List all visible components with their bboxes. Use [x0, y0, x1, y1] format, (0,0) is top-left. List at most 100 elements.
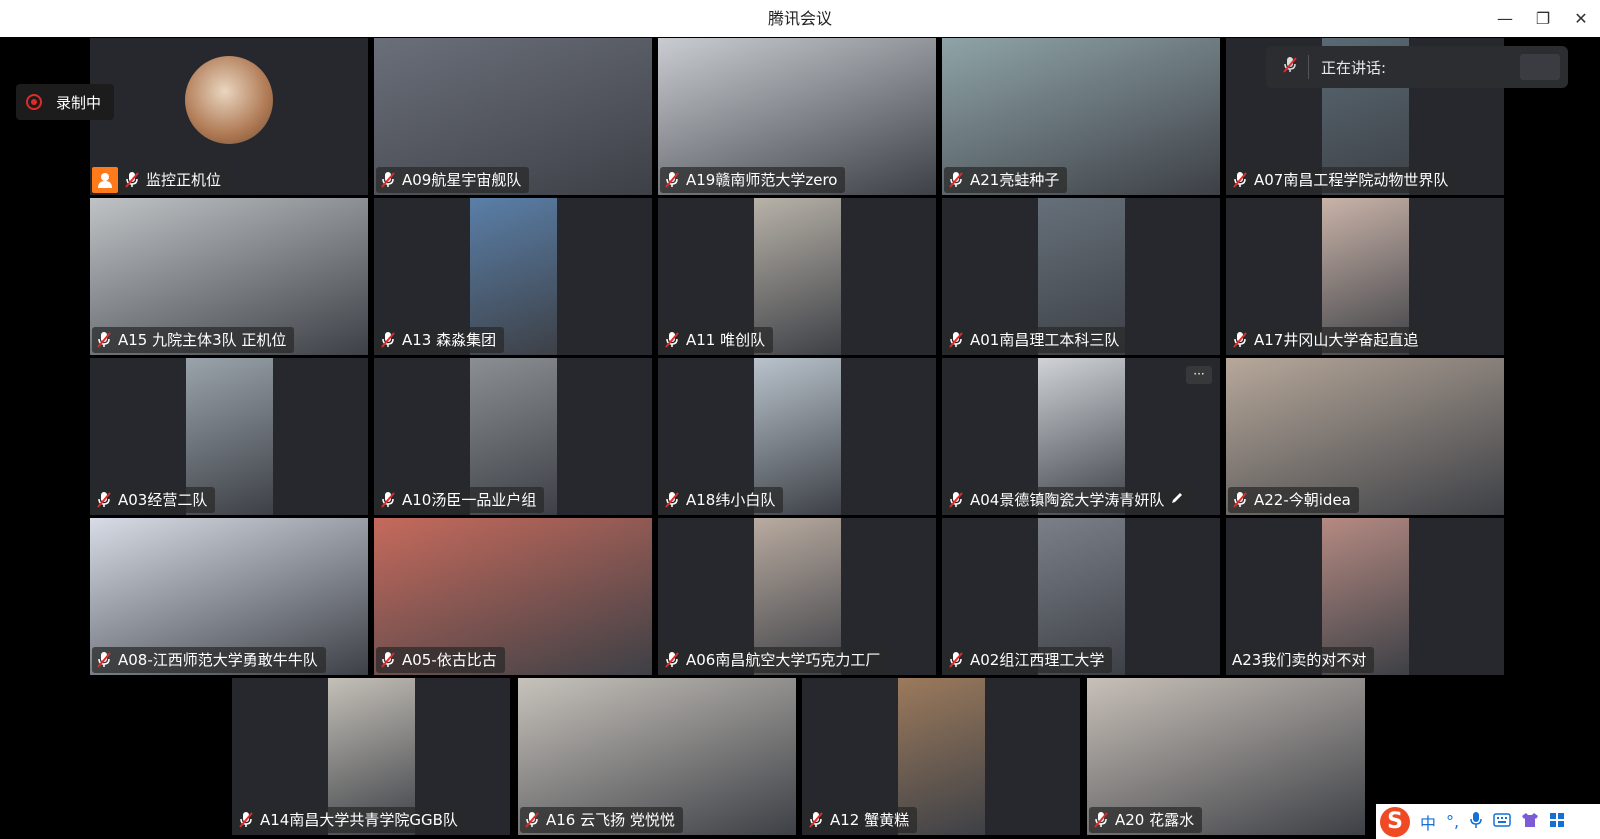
participant-name: A02组江西理工大学	[970, 651, 1105, 669]
participant-name: A09航星宇宙舰队	[402, 171, 522, 189]
participant-name-label: A11 唯创队	[660, 327, 774, 353]
video-grid: 监控正机位 A09航星宇宙舰队 A19赣南师范大学zero A21亮蛙种子 A07南昌工…	[0, 38, 1600, 839]
participant-name-label: A19赣南师范大学zero	[660, 167, 846, 193]
participant-tile[interactable]: A15 九院主体3队 正机位	[90, 198, 368, 355]
participant-name-label: A17井冈山大学奋起直追	[1228, 327, 1427, 353]
participant-tile[interactable]: 监控正机位	[90, 38, 368, 195]
window-titlebar: 腾讯会议 — ❐ ✕	[0, 0, 1600, 37]
record-icon	[26, 94, 42, 110]
muted-mic-icon	[664, 491, 680, 509]
participant-tile[interactable]: A06南昌航空大学巧克力工厂	[658, 518, 936, 675]
participant-name-label: 监控正机位	[92, 167, 230, 193]
muted-mic-icon	[1093, 811, 1109, 829]
participant-name-label: A09航星宇宙舰队	[376, 167, 530, 193]
muted-mic-icon	[380, 331, 396, 349]
divider	[1308, 55, 1309, 79]
participant-tile[interactable]: A09航星宇宙舰队	[374, 38, 652, 195]
recording-indicator[interactable]: 录制中	[16, 84, 114, 120]
participant-tile[interactable]: A11 唯创队	[658, 198, 936, 355]
speaking-label: 正在讲话:	[1321, 58, 1387, 77]
participant-name: A16 云飞扬 党悦悦	[546, 811, 675, 829]
muted-mic-icon	[380, 651, 396, 669]
participant-tile[interactable]: A23我们卖的对不对	[1226, 518, 1504, 675]
participant-name: A14南昌大学共青学院GGB队	[260, 811, 458, 829]
ime-language-toggle[interactable]: 中	[1420, 810, 1436, 834]
participant-name: A10汤臣一品业户组	[402, 491, 537, 509]
participant-tile[interactable]: A02组江西理工大学	[942, 518, 1220, 675]
participant-name-label: A07南昌工程学院动物世界队	[1228, 167, 1457, 193]
participant-tile[interactable]: A17井冈山大学奋起直追	[1226, 198, 1504, 355]
participant-name: A13 森淼集团	[402, 331, 497, 349]
participant-tile[interactable]: A20 花露水	[1087, 678, 1365, 835]
ime-voice-icon[interactable]	[1469, 811, 1483, 833]
participant-tile[interactable]: A16 云飞扬 党悦悦	[518, 678, 796, 835]
participant-name-label: A01南昌理工本科三队	[944, 327, 1128, 353]
participant-tile[interactable]: A21亮蛙种子	[942, 38, 1220, 195]
participant-name-label: A05-依古比古	[376, 647, 505, 673]
participant-tile[interactable]: A03经营二队	[90, 358, 368, 515]
participant-tile[interactable]: A22-今朝idea	[1226, 358, 1504, 515]
participant-tile[interactable]: A10汤臣一品业户组	[374, 358, 652, 515]
participant-name-label: A21亮蛙种子	[944, 167, 1068, 193]
participant-name-label: A12 蟹黄糕	[804, 807, 918, 833]
participant-tile[interactable]: A18纬小白队	[658, 358, 936, 515]
edit-pencil-icon[interactable]	[1170, 487, 1184, 513]
participant-tile[interactable]: ··· A04景德镇陶瓷大学涛青妍队	[942, 358, 1220, 515]
participant-name: A08-江西师范大学勇敢牛牛队	[118, 651, 318, 669]
participant-name: A22-今朝idea	[1254, 491, 1351, 509]
participant-name-label: A03经营二队	[92, 487, 216, 513]
participant-name: A04景德镇陶瓷大学涛青妍队	[970, 491, 1165, 509]
participant-name: A06南昌航空大学巧克力工厂	[686, 651, 881, 669]
muted-mic-icon	[238, 811, 254, 829]
participant-name: A18纬小白队	[686, 491, 776, 509]
minimize-button[interactable]: —	[1492, 6, 1518, 32]
participant-name-label: A13 森淼集团	[376, 327, 505, 353]
ime-punctuation-toggle[interactable]: °,	[1446, 812, 1459, 831]
muted-mic-icon	[1232, 171, 1248, 189]
participant-name-label: A08-江西师范大学勇敢牛牛队	[92, 647, 326, 673]
participant-tile[interactable]: A12 蟹黄糕	[802, 678, 1080, 835]
participant-tile[interactable]: A01南昌理工本科三队	[942, 198, 1220, 355]
participant-name-label: A16 云飞扬 党悦悦	[520, 807, 683, 833]
avatar	[185, 56, 273, 144]
participant-name: A23我们卖的对不对	[1232, 651, 1367, 669]
participant-name: A21亮蛙种子	[970, 171, 1060, 189]
muted-mic-icon	[948, 331, 964, 349]
participant-name: A07南昌工程学院动物世界队	[1254, 171, 1449, 189]
muted-mic-icon	[124, 171, 140, 189]
participant-name: A11 唯创队	[686, 331, 766, 349]
muted-mic-icon	[96, 491, 112, 509]
window-title: 腾讯会议	[767, 9, 832, 28]
muted-mic-icon	[524, 811, 540, 829]
participant-tile[interactable]: A14南昌大学共青学院GGB队	[232, 678, 510, 835]
muted-mic-icon	[1232, 491, 1248, 509]
muted-mic-icon	[948, 651, 964, 669]
sogou-logo-icon[interactable]: S	[1380, 806, 1410, 837]
host-person-icon	[92, 167, 118, 193]
participant-tile[interactable]: A13 森淼集团	[374, 198, 652, 355]
participant-name: A20 花露水	[1115, 811, 1195, 829]
close-button[interactable]: ✕	[1568, 6, 1594, 32]
muted-mic-icon	[948, 171, 964, 189]
participant-name: A15 九院主体3队 正机位	[118, 331, 287, 349]
participant-name: A03经营二队	[118, 491, 208, 509]
muted-mic-icon	[380, 491, 396, 509]
more-options-icon[interactable]: ···	[1186, 366, 1212, 384]
participant-name-label: A02组江西理工大学	[944, 647, 1113, 673]
participant-name: A01南昌理工本科三队	[970, 331, 1120, 349]
participant-tile[interactable]: A05-依古比古	[374, 518, 652, 675]
muted-mic-icon	[1282, 56, 1298, 78]
ime-toolbox-icon[interactable]	[1549, 812, 1565, 832]
participant-tile[interactable]: A08-江西师范大学勇敢牛牛队	[90, 518, 368, 675]
ime-keyboard-icon[interactable]	[1493, 812, 1511, 831]
participant-name-label: A04景德镇陶瓷大学涛青妍队	[944, 487, 1193, 513]
participant-name-label: A20 花露水	[1089, 807, 1203, 833]
participant-name: A17井冈山大学奋起直追	[1254, 331, 1419, 349]
participant-name: A19赣南师范大学zero	[686, 171, 838, 189]
active-speaker-panel: 正在讲话:	[1266, 46, 1568, 88]
restore-button[interactable]: ❐	[1530, 6, 1556, 32]
participant-tile[interactable]: A19赣南师范大学zero	[658, 38, 936, 195]
muted-mic-icon	[664, 171, 680, 189]
ime-skin-icon[interactable]	[1521, 812, 1539, 832]
muted-mic-icon	[664, 331, 680, 349]
